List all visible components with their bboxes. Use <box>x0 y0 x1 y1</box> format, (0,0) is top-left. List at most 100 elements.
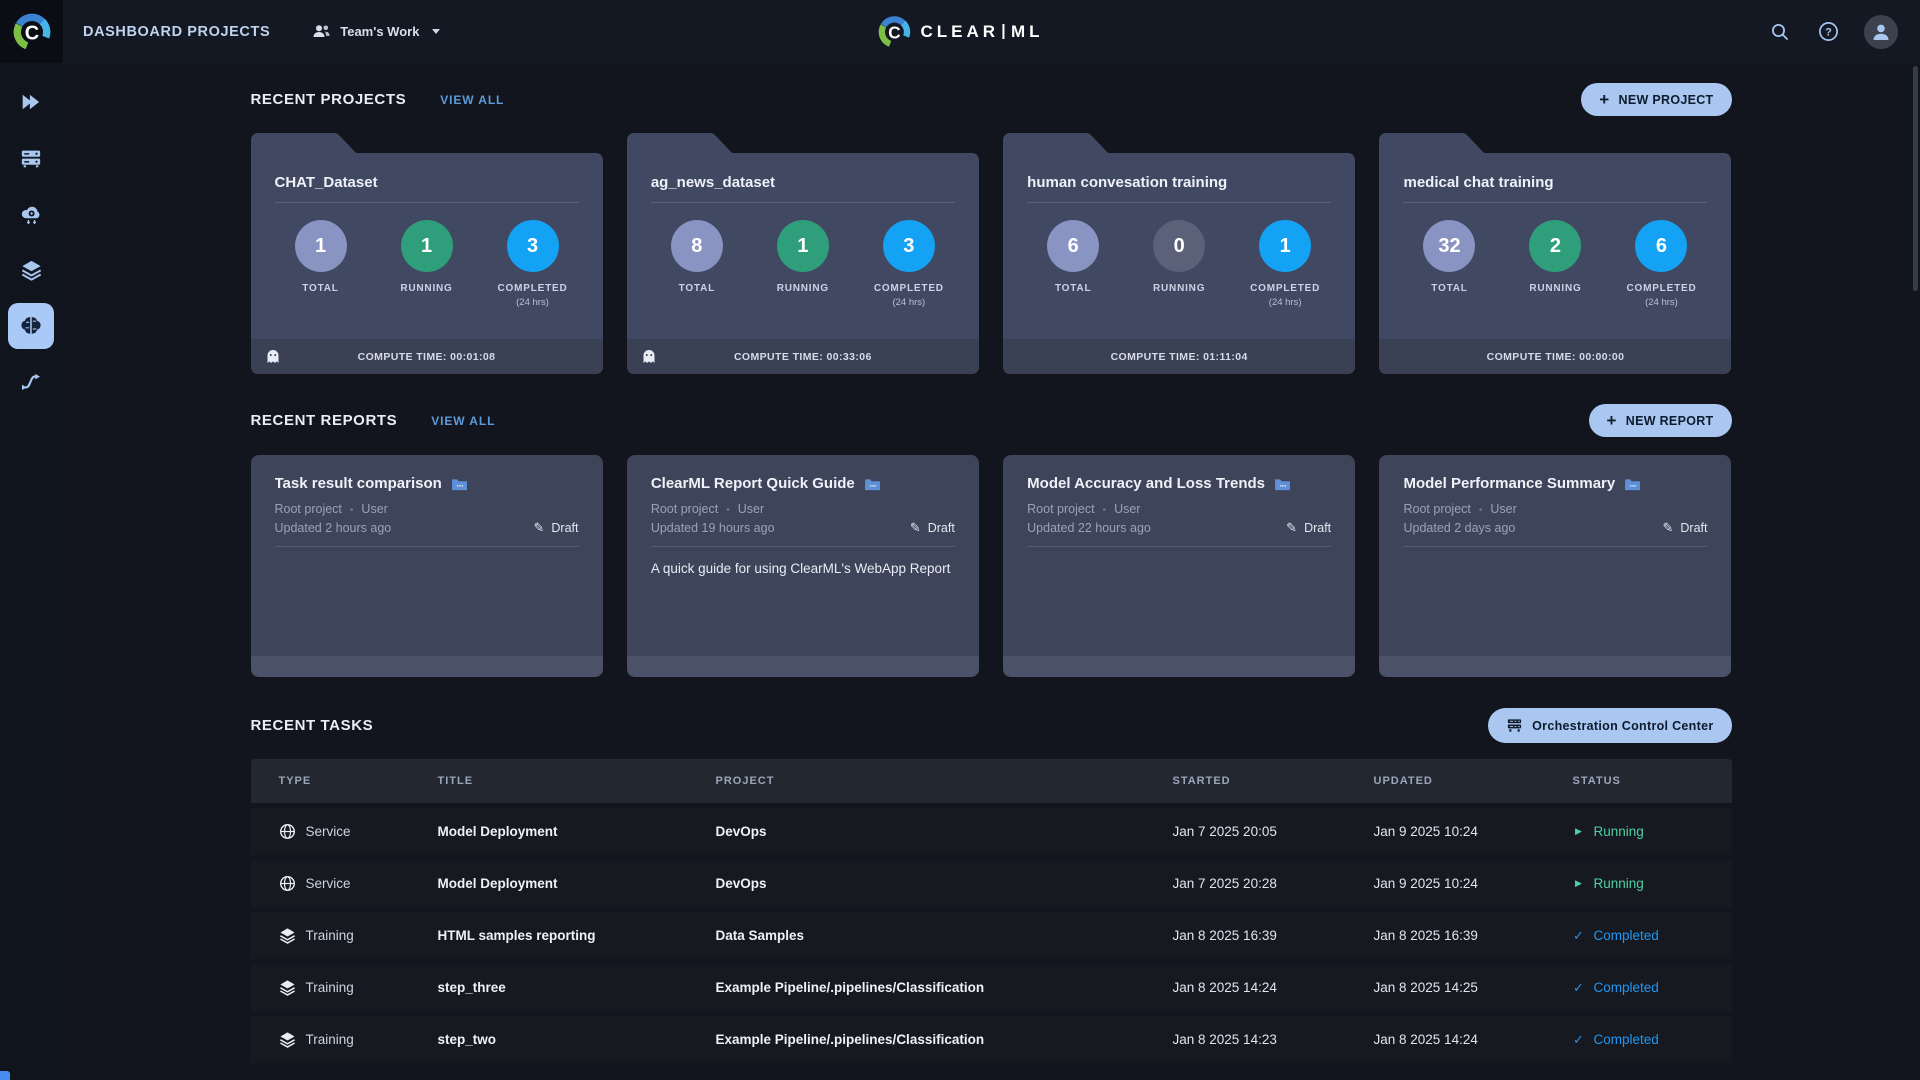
report-project: Root project <box>274 502 342 516</box>
task-updated: Jan 8 2025 16:39 <box>1373 928 1478 943</box>
table-row[interactable]: Training step_three Example Pipeline/.pi… <box>250 964 1732 1011</box>
scrollbar-thumb[interactable] <box>1913 66 1918 291</box>
compute-time: COMPUTE TIME: 00:33:06 <box>733 350 872 363</box>
plus-icon <box>1607 412 1617 429</box>
task-project: Example Pipeline/.pipelines/Classificati… <box>715 980 985 995</box>
dot-separator <box>350 502 354 516</box>
new-project-button[interactable]: NEW PROJECT <box>1581 83 1732 116</box>
svg-text:C: C <box>24 22 38 44</box>
sidebar-item-applications[interactable] <box>8 191 54 237</box>
user-avatar[interactable] <box>1864 14 1898 49</box>
completed-note: (24 hrs) <box>1268 297 1302 308</box>
projects-section-header: RECENT PROJECTS VIEW ALL NEW PROJECT <box>251 83 1732 116</box>
project-card[interactable]: medical chat training 32 TOTAL 2 RUNNING… <box>1379 133 1732 374</box>
sidebar-item-pipelines[interactable] <box>8 359 54 405</box>
task-type-label: Service <box>305 824 351 839</box>
report-cards-row: Task result comparison Root project User… <box>250 455 1732 677</box>
orchestration-icon <box>1508 719 1522 732</box>
project-card-footer: COMPUTE TIME: 01:11:04 <box>1003 339 1356 374</box>
pencil-icon <box>1662 520 1673 536</box>
sidebar-item-datasets[interactable] <box>8 247 54 293</box>
table-row[interactable]: Service Model Deployment DevOps Jan 7 20… <box>250 808 1732 855</box>
task-title: HTML samples reporting <box>437 928 596 943</box>
total-label: TOTAL <box>1431 283 1468 294</box>
total-count: 32 <box>1423 220 1476 272</box>
completed-label: COMPLETED <box>497 283 568 294</box>
task-status: Completed <box>1573 1032 1732 1048</box>
task-type-cell: Training <box>279 1031 438 1048</box>
report-title: Task result comparison <box>274 475 442 492</box>
sidebar-item-models[interactable] <box>8 303 54 349</box>
orchestration-control-center-button[interactable]: Orchestration Control Center <box>1488 708 1732 743</box>
task-status: Running <box>1573 876 1732 891</box>
folder-tab <box>1003 133 1110 154</box>
project-title: medical chat training <box>1403 174 1554 191</box>
table-row[interactable]: Service Model Deployment DevOps Jan 7 20… <box>250 860 1732 907</box>
search-button[interactable] <box>1768 20 1792 44</box>
clearml-logo-icon: C <box>878 15 911 48</box>
project-title: ag_news_dataset <box>650 174 776 191</box>
report-card[interactable]: Model Performance Summary Root project U… <box>1379 455 1732 677</box>
layers-icon <box>279 1032 295 1048</box>
report-author: User <box>1490 502 1517 516</box>
plus-icon <box>1599 91 1609 108</box>
task-project: Example Pipeline/.pipelines/Classificati… <box>715 1032 985 1047</box>
col-header-status: STATUS <box>1572 775 1621 787</box>
reports-view-all-link[interactable]: VIEW ALL <box>431 414 495 428</box>
task-started: Jan 7 2025 20:05 <box>1172 824 1277 839</box>
dot-separator <box>1479 502 1483 516</box>
task-type-cell: Training <box>279 927 438 944</box>
table-row[interactable]: Training HTML samples reporting Data Sam… <box>250 912 1732 959</box>
divider <box>1403 202 1708 203</box>
project-card[interactable]: CHAT_Dataset 1 TOTAL 1 RUNNING 3 COMPLET… <box>250 133 603 374</box>
workspace-selector[interactable]: Team's Work <box>312 24 441 39</box>
report-project: Root project <box>1027 502 1095 516</box>
status-icon <box>1573 826 1585 837</box>
svg-text:?: ? <box>1825 27 1832 39</box>
help-icon: ? <box>1818 22 1838 41</box>
report-card[interactable]: ClearML Report Quick Guide Root project … <box>626 455 979 677</box>
top-bar: C DASHBOARD PROJECTS Team's Work C CLEAR… <box>0 0 1920 63</box>
completed-count: 3 <box>506 220 559 272</box>
task-status: Completed <box>1573 980 1732 996</box>
project-card-footer: COMPUTE TIME: 00:00:00 <box>1379 339 1732 374</box>
clearml-logo[interactable]: C <box>0 0 63 63</box>
project-title: human convesation training <box>1027 174 1228 191</box>
running-label: RUNNING <box>1153 283 1206 294</box>
project-card[interactable]: ag_news_dataset 8 TOTAL 1 RUNNING 3 COMP… <box>626 133 979 374</box>
report-updated: Updated 19 hours ago <box>650 521 775 535</box>
project-card-footer: COMPUTE TIME: 00:33:06 <box>626 339 979 374</box>
sidebar-item-workers-queues[interactable] <box>8 135 54 181</box>
sidebar-item-getting-started[interactable] <box>8 79 54 125</box>
server-rack-icon <box>21 150 41 168</box>
total-count: 6 <box>1047 220 1100 272</box>
compute-time: COMPUTE TIME: 01:11:04 <box>1110 350 1248 363</box>
project-card-footer: COMPUTE TIME: 00:01:08 <box>250 339 603 374</box>
completed-count: 1 <box>1259 220 1312 272</box>
projects-section-title: RECENT PROJECTS <box>250 91 407 108</box>
running-stat: 1 RUNNING <box>374 220 480 308</box>
col-header-project: PROJECT <box>715 775 775 787</box>
help-button[interactable]: ? <box>1816 20 1840 44</box>
task-title: Model Deployment <box>437 876 558 891</box>
dot-separator <box>726 502 730 516</box>
project-cards-row: CHAT_Dataset 1 TOTAL 1 RUNNING 3 COMPLET… <box>250 133 1732 374</box>
projects-view-all-link[interactable]: VIEW ALL <box>440 93 504 107</box>
project-card[interactable]: human convesation training 6 TOTAL 0 RUN… <box>1003 133 1356 374</box>
status-icon <box>1573 878 1585 889</box>
running-stat: 1 RUNNING <box>750 220 856 308</box>
ghost-icon <box>640 347 658 370</box>
workspace-label: Team's Work <box>340 24 420 39</box>
new-report-button[interactable]: NEW REPORT <box>1588 404 1732 437</box>
page-title: DASHBOARD PROJECTS <box>83 23 271 40</box>
report-author: User <box>361 502 388 516</box>
report-card[interactable]: Model Accuracy and Loss Trends Root proj… <box>1003 455 1356 677</box>
recent-tasks-table: TYPE TITLE PROJECT STARTED UPDATED STATU… <box>250 759 1732 1068</box>
status-icon <box>1573 928 1585 944</box>
table-row[interactable]: Training step_two Example Pipeline/.pipe… <box>250 1016 1732 1063</box>
task-status: Running <box>1573 824 1732 839</box>
status-label: Running <box>1593 824 1644 839</box>
report-card[interactable]: Task result comparison Root project User… <box>250 455 603 677</box>
running-count: 2 <box>1529 220 1582 272</box>
report-updated: Updated 2 days ago <box>1403 521 1516 535</box>
